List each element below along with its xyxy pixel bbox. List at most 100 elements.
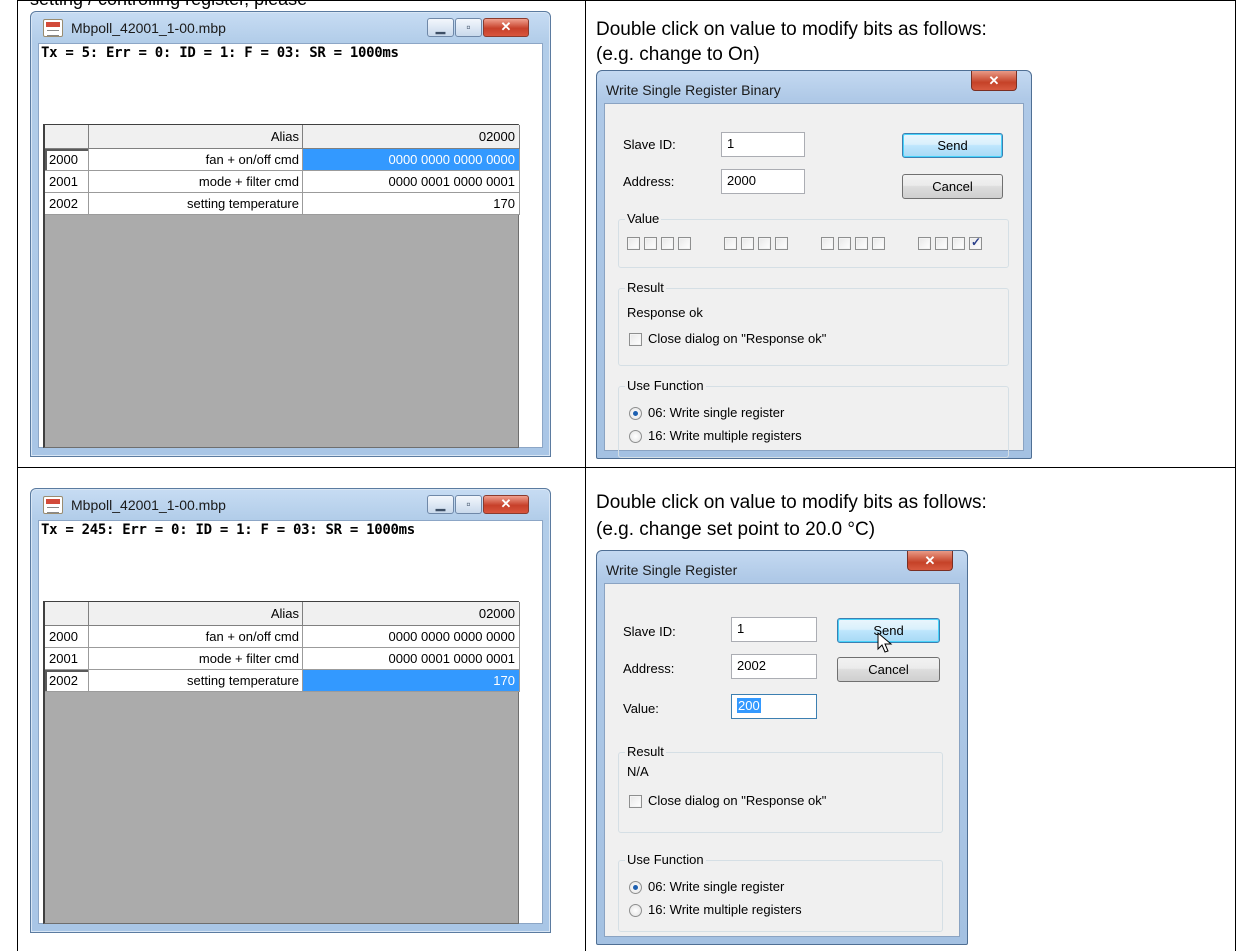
function-16-radio[interactable]	[629, 430, 642, 443]
result-group-label: Result	[625, 280, 666, 295]
function-16-label[interactable]: 16: Write multiple registers	[648, 428, 802, 443]
row-address: 2000	[45, 626, 89, 648]
use-function-group-label: Use Function	[625, 378, 706, 393]
slave-id-input[interactable]: 1	[721, 132, 805, 157]
title-bar[interactable]: Mbpoll_42001_1-00.mbp ▁ ▫ ✕	[31, 12, 550, 42]
mbpoll-window[interactable]: Mbpoll_42001_1-00.mbp ▁ ▫ ✕ Tx = 245: Er…	[30, 488, 551, 933]
row-value[interactable]: 0000 0001 0000 0001	[303, 648, 520, 670]
register-grid[interactable]: Alias 02000 2000 fan + on/off cmd 0000 0…	[43, 601, 520, 924]
header-alias[interactable]: Alias	[89, 125, 303, 149]
close-on-ok-checkbox[interactable]	[629, 333, 642, 346]
table-border-middle	[585, 0, 586, 951]
row-alias[interactable]: mode + filter cmd	[89, 648, 303, 670]
close-icon: ✕	[500, 19, 512, 34]
dialog-body: Slave ID: 1 Address: 2000 Send Cancel Va…	[604, 103, 1024, 458]
value-group: Value	[618, 211, 1009, 268]
bit-checkbox[interactable]	[821, 237, 834, 250]
table-row[interactable]: 2002 setting temperature 170	[45, 193, 520, 215]
header-fragment: setting / controlling register, please	[30, 0, 307, 10]
bit-checkbox[interactable]	[855, 237, 868, 250]
close-on-ok-label[interactable]: Close dialog on "Response ok"	[648, 793, 826, 808]
use-function-group: Use Function 06: Write single register 1…	[618, 852, 943, 932]
close-on-ok-label[interactable]: Close dialog on "Response ok"	[648, 331, 826, 346]
dialog-body: Slave ID: 1 Address: 2002 Value: 200 Sen…	[604, 583, 960, 937]
maximize-button[interactable]: ▫	[455, 18, 482, 37]
function-06-radio[interactable]	[629, 407, 642, 420]
bit-checkbox[interactable]	[872, 237, 885, 250]
cancel-button[interactable]: Cancel	[902, 174, 1003, 199]
value-input-selection: 200	[737, 698, 761, 713]
address-input[interactable]: 2000	[721, 169, 805, 194]
table-row[interactable]: 2001 mode + filter cmd 0000 0001 0000 00…	[45, 648, 520, 670]
slave-id-input[interactable]: 1	[731, 617, 817, 642]
grid-header: Alias 02000	[45, 125, 520, 149]
minimize-icon: ▁	[435, 20, 446, 34]
minimize-button[interactable]: ▁	[427, 18, 454, 37]
dialog-title: Write Single Register	[606, 562, 738, 578]
cancel-button[interactable]: Cancel	[837, 657, 940, 682]
result-text: N/A	[627, 764, 649, 779]
caption-line-2: (e.g. change set point to 20.0 °C)	[596, 519, 876, 540]
close-button[interactable]: ✕	[483, 18, 529, 37]
dialog-close-button[interactable]: ✕	[907, 551, 953, 571]
bit-checkbox[interactable]	[758, 237, 771, 250]
status-line: Tx = 5: Err = 0: ID = 1: F = 03: SR = 10…	[41, 45, 399, 61]
window-title: Mbpoll_42001_1-00.mbp	[71, 497, 226, 513]
function-16-radio[interactable]	[629, 904, 642, 917]
title-bar[interactable]: Mbpoll_42001_1-00.mbp ▁ ▫ ✕	[31, 489, 550, 519]
mouse-cursor-icon	[877, 632, 893, 653]
value-input[interactable]: 200	[731, 694, 817, 719]
row-value[interactable]: 0000 0000 0000 0000	[303, 626, 520, 648]
bit-checkbox[interactable]	[969, 235, 982, 250]
send-button[interactable]: Send	[902, 133, 1003, 158]
row-alias[interactable]: fan + on/off cmd	[89, 149, 303, 171]
row-alias[interactable]: fan + on/off cmd	[89, 626, 303, 648]
minimize-button[interactable]: ▁	[427, 495, 454, 514]
slave-id-label: Slave ID:	[623, 137, 676, 152]
dialog-close-button[interactable]: ✕	[971, 71, 1017, 91]
table-row[interactable]: 2000 fan + on/off cmd 0000 0000 0000 000…	[45, 149, 520, 171]
table-row[interactable]: 2000 fan + on/off cmd 0000 0000 0000 000…	[45, 626, 520, 648]
close-icon: ✕	[988, 73, 1000, 88]
bit-checkbox[interactable]	[724, 237, 737, 250]
bit-checkbox[interactable]	[918, 237, 931, 250]
bit-checkbox[interactable]	[627, 237, 640, 250]
bit-checkbox[interactable]	[838, 237, 851, 250]
bit-checkbox[interactable]	[661, 237, 674, 250]
bit-checkbox[interactable]	[741, 237, 754, 250]
row-value[interactable]: 0000 0001 0000 0001	[303, 171, 520, 193]
row-alias[interactable]: mode + filter cmd	[89, 171, 303, 193]
write-register-dialog[interactable]: Write Single Register ✕ Slave ID: 1 Addr…	[596, 550, 968, 945]
table-row[interactable]: 2001 mode + filter cmd 0000 0001 0000 00…	[45, 171, 520, 193]
register-grid[interactable]: Alias 02000 2000 fan + on/off cmd 0000 0…	[43, 124, 520, 448]
header-value[interactable]: 02000	[303, 125, 520, 149]
maximize-button[interactable]: ▫	[455, 495, 482, 514]
bit-checkbox[interactable]	[935, 237, 948, 250]
row-alias[interactable]: setting temperature	[89, 670, 303, 692]
row-value[interactable]: 170	[303, 193, 520, 215]
bit-checkbox[interactable]	[678, 237, 691, 250]
header-alias[interactable]: Alias	[89, 602, 303, 626]
maximize-icon: ▫	[466, 497, 471, 511]
bit-checkbox[interactable]	[644, 237, 657, 250]
bit-checkbox[interactable]	[952, 237, 965, 250]
table-row[interactable]: 2002 setting temperature 170	[45, 670, 520, 692]
row-address: 2002	[45, 193, 89, 215]
function-06-label[interactable]: 06: Write single register	[648, 405, 784, 420]
row-address: 2001	[45, 648, 89, 670]
close-on-ok-checkbox[interactable]	[629, 795, 642, 808]
address-input[interactable]: 2002	[731, 654, 817, 679]
bit-checkbox[interactable]	[775, 237, 788, 250]
function-16-label[interactable]: 16: Write multiple registers	[648, 902, 802, 917]
grid-header: Alias 02000	[45, 602, 520, 626]
function-06-label[interactable]: 06: Write single register	[648, 879, 784, 894]
row-alias[interactable]: setting temperature	[89, 193, 303, 215]
row-value[interactable]: 0000 0000 0000 0000	[303, 149, 520, 171]
write-register-binary-dialog[interactable]: Write Single Register Binary ✕ Slave ID:…	[596, 70, 1032, 459]
row-value[interactable]: 170	[303, 670, 520, 692]
mbpoll-window[interactable]: Mbpoll_42001_1-00.mbp ▁ ▫ ✕ Tx = 5: Err …	[30, 11, 551, 457]
close-button[interactable]: ✕	[483, 495, 529, 514]
header-value[interactable]: 02000	[303, 602, 520, 626]
row-address: 2001	[45, 171, 89, 193]
function-06-radio[interactable]	[629, 881, 642, 894]
